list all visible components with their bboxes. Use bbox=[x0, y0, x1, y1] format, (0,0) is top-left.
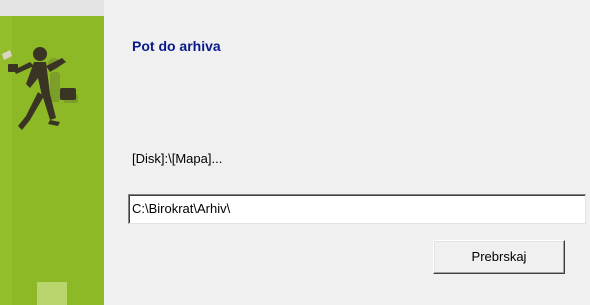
browse-button[interactable]: Prebrskaj bbox=[433, 240, 565, 274]
side-banner bbox=[0, 0, 104, 305]
running-businessman-figure-icon bbox=[2, 47, 78, 130]
banner-pale-square bbox=[37, 282, 67, 305]
banner-top-band bbox=[0, 0, 104, 16]
page-title: Pot do arhiva bbox=[132, 38, 221, 54]
archive-path-input[interactable]: C:\Birokrat\Arhiv\ bbox=[128, 194, 586, 224]
wizard-page: Pot do arhiva [Disk]:\[Mapa]... C:\Birok… bbox=[0, 0, 590, 305]
path-format-label: [Disk]:\[Mapa]... bbox=[132, 151, 223, 166]
